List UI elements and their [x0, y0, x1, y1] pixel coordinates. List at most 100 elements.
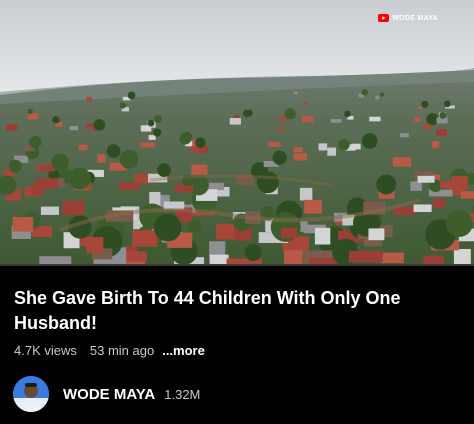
- video-thumbnail: [0, 0, 474, 264]
- house-roof: [380, 252, 404, 264]
- channel-name[interactable]: WODE MAYA: [63, 386, 155, 403]
- house-roof: [451, 176, 468, 188]
- tree: [380, 92, 385, 97]
- video-player[interactable]: WODE MAYA: [0, 0, 474, 264]
- house-roof: [97, 154, 106, 163]
- tree: [27, 108, 33, 115]
- house-roof: [140, 142, 155, 148]
- channel-row[interactable]: WODE MAYA 1.32M: [13, 376, 200, 412]
- more-button[interactable]: ...more: [162, 343, 205, 358]
- tree: [284, 108, 296, 120]
- house-roof: [208, 182, 224, 191]
- house-roof: [293, 91, 298, 95]
- house-roof: [132, 230, 158, 247]
- video-metadata: 4.7K views 53 min ago ...more: [14, 343, 205, 358]
- house-roof: [433, 198, 445, 208]
- house-roof: [460, 191, 474, 199]
- house-roof: [84, 127, 92, 132]
- subscriber-count: 1.32M: [164, 386, 201, 402]
- tree: [106, 144, 121, 158]
- house-roof: [229, 117, 241, 125]
- channel-avatar-icon: [13, 376, 49, 412]
- house-roof: [281, 227, 298, 239]
- tree: [29, 136, 42, 149]
- house-roof: [301, 116, 314, 123]
- house-roof: [27, 113, 39, 120]
- house-roof: [149, 191, 161, 206]
- channel-watermark: WODE MAYA: [378, 14, 438, 22]
- tree: [443, 100, 451, 108]
- tree: [179, 132, 192, 145]
- tree: [187, 219, 202, 234]
- house-roof: [432, 141, 440, 149]
- house-roof: [299, 187, 313, 201]
- video-progress-bar[interactable]: [0, 264, 474, 266]
- tree: [51, 153, 70, 172]
- house-roof: [417, 105, 423, 110]
- house-roof: [6, 123, 18, 131]
- tree: [68, 167, 91, 190]
- house-roof: [12, 217, 34, 232]
- watermark-text: WODE MAYA: [392, 14, 438, 22]
- house-roof: [275, 126, 286, 133]
- house-roof: [369, 116, 381, 122]
- avatar[interactable]: [13, 376, 49, 412]
- house-roof: [69, 126, 79, 131]
- house-roof: [86, 237, 104, 253]
- tree: [244, 243, 262, 262]
- tree: [152, 128, 162, 137]
- house-roof: [304, 199, 322, 214]
- tree: [445, 210, 473, 237]
- house-roof: [400, 133, 409, 138]
- tree: [344, 110, 351, 118]
- house-roof: [423, 255, 444, 264]
- tree: [195, 137, 206, 148]
- tree: [376, 174, 397, 195]
- house-roof: [318, 143, 328, 151]
- tree: [119, 149, 139, 169]
- house-roof: [119, 182, 140, 191]
- house-roof: [293, 153, 307, 161]
- house-roof: [40, 206, 59, 215]
- tree: [157, 163, 171, 178]
- tree: [338, 138, 350, 151]
- tree: [52, 116, 60, 124]
- tree: [8, 159, 23, 174]
- house-roof: [40, 165, 54, 172]
- house-roof: [453, 248, 471, 264]
- house-roof: [209, 254, 229, 264]
- house-roof: [392, 157, 412, 167]
- house-roof: [86, 96, 92, 102]
- tree: [439, 112, 447, 119]
- house-roof: [413, 204, 432, 213]
- tree: [127, 91, 136, 100]
- youtube-logo-icon: [378, 14, 390, 22]
- tree: [119, 102, 126, 109]
- tree: [147, 119, 155, 127]
- house-roof: [39, 256, 72, 264]
- tree: [153, 213, 182, 242]
- house-roof: [268, 141, 281, 147]
- upload-time: 53 min ago: [89, 343, 155, 358]
- house-roof: [414, 117, 421, 122]
- house-roof: [314, 227, 331, 245]
- house-roof: [31, 184, 44, 196]
- house-roof: [348, 250, 383, 263]
- tree: [243, 109, 251, 117]
- tree: [93, 119, 106, 131]
- house-roof: [302, 101, 308, 106]
- video-title[interactable]: She Gave Birth To 44 Children With Only …: [14, 286, 454, 336]
- house-roof: [410, 181, 422, 191]
- tree: [272, 150, 287, 165]
- house-roof: [327, 147, 336, 156]
- house-roof: [375, 95, 379, 100]
- house-roof: [191, 164, 208, 175]
- house-roof: [330, 119, 342, 123]
- house-roof: [436, 129, 448, 136]
- house-roof: [78, 144, 88, 151]
- tree: [361, 133, 378, 149]
- house-roof: [62, 200, 85, 215]
- house-roof: [368, 228, 385, 241]
- tree: [361, 89, 368, 96]
- view-count: 4.7K views: [14, 343, 77, 358]
